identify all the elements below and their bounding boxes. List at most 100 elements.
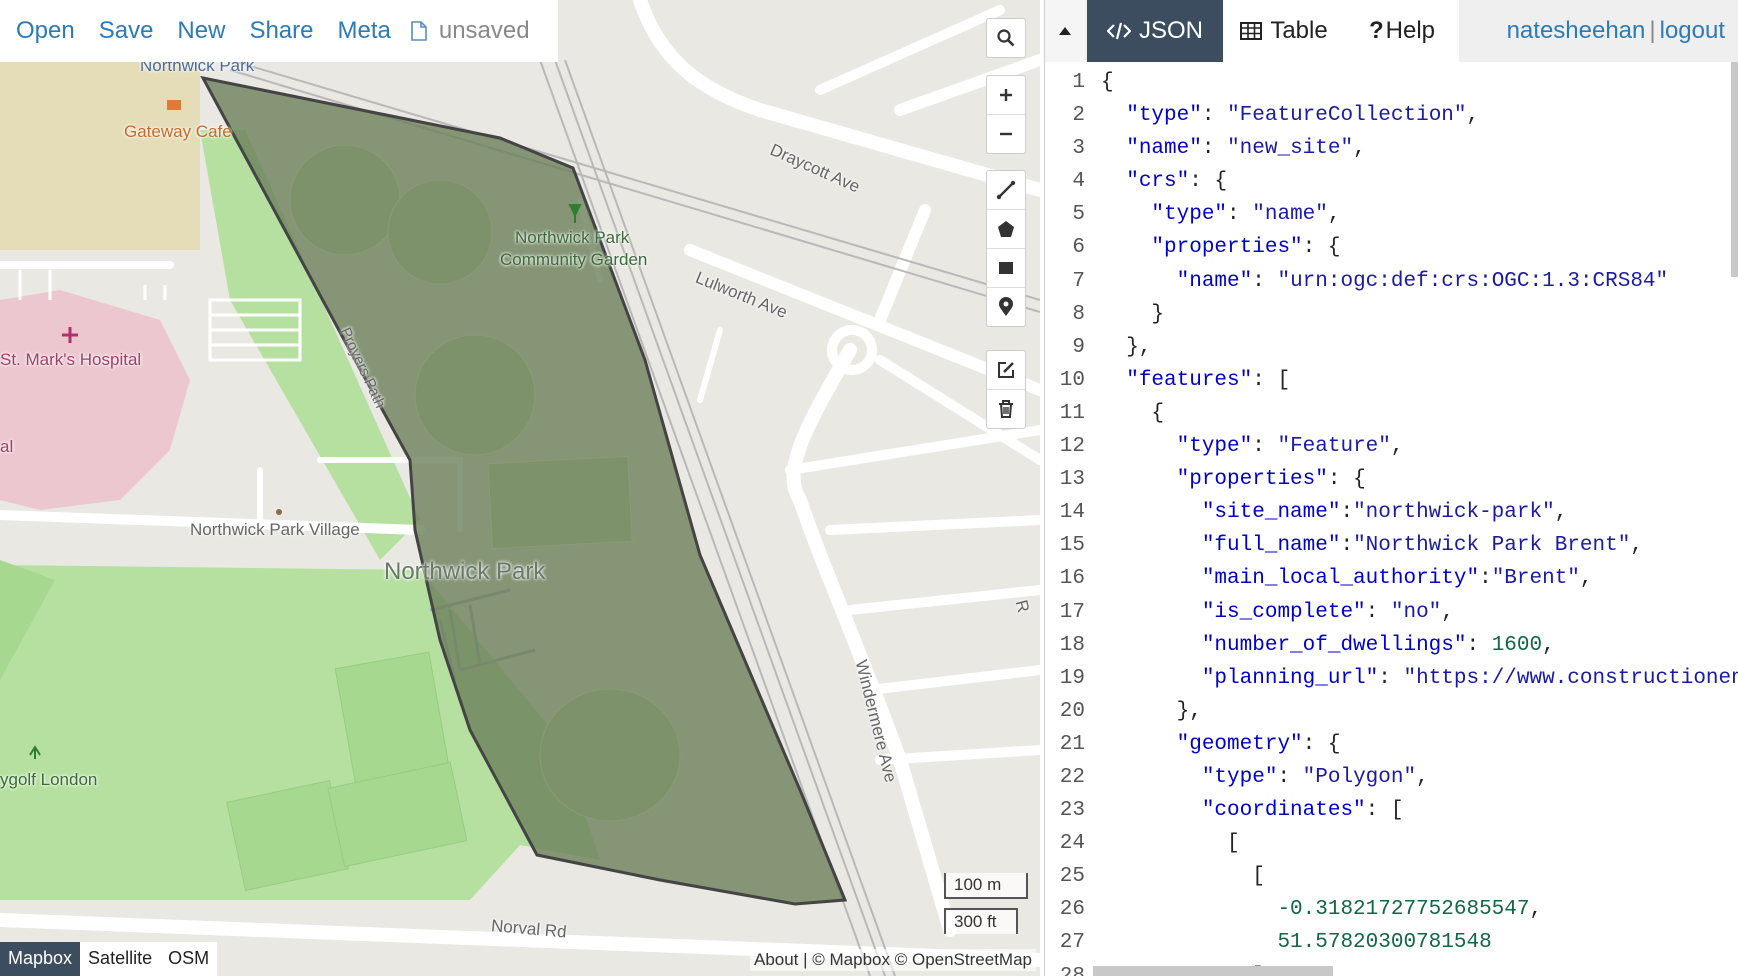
- map-attribution[interactable]: About | © Mapbox © OpenStreetMap: [749, 949, 1036, 971]
- line-number: 3: [1072, 137, 1085, 161]
- file-menu-bar: Open Save New Share Meta unsaved: [0, 0, 558, 62]
- user-separator: |: [1649, 17, 1656, 44]
- file-status: unsaved: [403, 17, 530, 45]
- tab-help[interactable]: ? Help: [1345, 0, 1459, 62]
- code-line: 51.57820300781548: [1277, 931, 1492, 955]
- base-layer-switcher: Mapbox Satellite OSM: [0, 942, 218, 976]
- edit-icon: [998, 362, 1014, 378]
- draw-polygon-button[interactable]: [987, 210, 1025, 249]
- menu-new[interactable]: New: [165, 17, 237, 45]
- caret-up-icon: [1059, 27, 1071, 35]
- menu-meta[interactable]: Meta: [325, 17, 402, 45]
- code-line: "number_of_dwellings": 1600,: [1201, 633, 1555, 657]
- layer-satellite[interactable]: Satellite: [80, 942, 160, 976]
- line-number: 18: [1059, 633, 1085, 657]
- map-label-hospital-partial: al: [0, 437, 14, 456]
- collapse-pane-button[interactable]: [1045, 0, 1085, 62]
- search-icon: [997, 29, 1015, 47]
- search-control: [986, 18, 1026, 58]
- line-number: 15: [1059, 534, 1085, 558]
- code-line: "site_name":"northwick-park",: [1201, 501, 1568, 525]
- user-area: natesheehan | logout: [1507, 0, 1725, 62]
- map-tiles: [0, 0, 1040, 976]
- draw-marker-button[interactable]: [987, 288, 1025, 326]
- line-number: 16: [1059, 567, 1085, 591]
- edit-control: [986, 350, 1026, 429]
- tab-table[interactable]: Table: [1223, 0, 1345, 62]
- code-line: "type": "FeatureCollection",: [1126, 104, 1480, 128]
- draw-polygon-icon: [998, 221, 1014, 237]
- search-button[interactable]: [987, 19, 1025, 57]
- zoom-out-icon: [1000, 132, 1012, 136]
- code-line: {: [1101, 401, 1165, 425]
- question-icon: ?: [1368, 17, 1384, 44]
- map-label-northwick-park-village: Northwick Park Village: [190, 520, 360, 539]
- zoom-out-button[interactable]: [987, 115, 1025, 153]
- code-line: "properties": {: [1176, 468, 1366, 492]
- code-content[interactable]: { "type": "FeatureCollection", "name": "…: [1101, 66, 1738, 976]
- line-number: 21: [1059, 732, 1085, 756]
- line-number: 2: [1072, 104, 1085, 128]
- file-status-text: unsaved: [438, 17, 530, 44]
- code-line: }: [1101, 302, 1165, 326]
- code-line: "name": "urn:ogc:def:crs:OGC:1.3:CRS84": [1176, 269, 1669, 293]
- code-line: "features": [: [1126, 368, 1291, 392]
- line-number: 4: [1072, 170, 1085, 194]
- table-icon: [1240, 22, 1263, 40]
- menu-share[interactable]: Share: [237, 17, 325, 45]
- code-line: "type": "name",: [1151, 203, 1341, 227]
- line-number: 14: [1059, 501, 1085, 525]
- line-number: 8: [1072, 302, 1085, 326]
- code-line: },: [1101, 335, 1152, 359]
- map-canvas[interactable]: Northwick Park Gateway Cafe Northwick Pa…: [0, 0, 1040, 976]
- line-number: 6: [1072, 236, 1085, 260]
- code-line: "crs": {: [1126, 170, 1228, 194]
- line-number: 27: [1059, 931, 1085, 955]
- map-label-northwick-park: Northwick Park: [384, 558, 546, 585]
- line-number-gutter: 1 2 3 4 5 6 7 8 9 10 11 12 13 14 15 16 17 18 19 20 21 22 23 24 2…: [1045, 66, 1089, 976]
- menu-save[interactable]: Save: [87, 17, 166, 45]
- line-number: 10: [1059, 368, 1085, 392]
- map-label-community-garden-2: Community Garden: [500, 250, 648, 269]
- vertical-scrollbar[interactable]: [1731, 62, 1738, 277]
- code-line: "is_complete": "no",: [1201, 600, 1454, 624]
- layer-mapbox[interactable]: Mapbox: [0, 942, 81, 976]
- line-number: 12: [1059, 435, 1085, 459]
- draw-line-button[interactable]: [987, 171, 1025, 210]
- code-line: "properties": {: [1151, 236, 1341, 260]
- map-label-st-marks-hospital: St. Mark's Hospital: [0, 350, 142, 369]
- edit-layers-button[interactable]: [987, 351, 1025, 390]
- tab-help-label: Help: [1385, 17, 1436, 44]
- zoom-control: [986, 75, 1026, 154]
- code-line: -0.31821727752685547,: [1277, 898, 1543, 922]
- code-line: "coordinates": [: [1201, 799, 1404, 823]
- tab-json[interactable]: JSON: [1087, 0, 1223, 62]
- tab-json-label: JSON: [1138, 17, 1203, 44]
- line-number: 17: [1059, 600, 1085, 624]
- line-number: 26: [1059, 898, 1085, 922]
- logout-link[interactable]: logout: [1660, 17, 1725, 45]
- json-editor[interactable]: 1 2 3 4 5 6 7 8 9 10 11 12 13 14 15 16 17 18 19 20 21 22 23 24 2…: [1045, 62, 1738, 976]
- draw-rectangle-button[interactable]: [987, 249, 1025, 288]
- layer-osm[interactable]: OSM: [160, 942, 217, 976]
- menu-open[interactable]: Open: [4, 17, 87, 45]
- map-label-gateway-cafe: Gateway Cafe: [124, 122, 232, 141]
- code-line: "geometry": {: [1176, 732, 1341, 756]
- line-number: 24: [1059, 832, 1085, 856]
- username-link[interactable]: natesheehan: [1507, 17, 1646, 45]
- village-poi-icon: [276, 509, 282, 515]
- file-icon: [411, 21, 427, 41]
- draw-rectangle-icon: [999, 262, 1013, 274]
- map-label-community-garden-1: Northwick Park: [515, 228, 630, 247]
- code-line: [: [1101, 832, 1240, 856]
- line-number: 13: [1059, 468, 1085, 492]
- horizontal-scrollbar[interactable]: [1093, 966, 1333, 976]
- line-number: 19: [1059, 666, 1085, 690]
- delete-layers-button[interactable]: [987, 390, 1025, 428]
- zoom-in-button[interactable]: [987, 76, 1025, 115]
- cafe-poi-icon: [167, 100, 181, 110]
- map-label-golf-london: ygolf London: [0, 770, 98, 789]
- code-line: "name": "new_site",: [1126, 137, 1366, 161]
- draw-line-icon: [996, 180, 1016, 200]
- code-line: "planning_url": "https://www.constructio…: [1201, 666, 1738, 690]
